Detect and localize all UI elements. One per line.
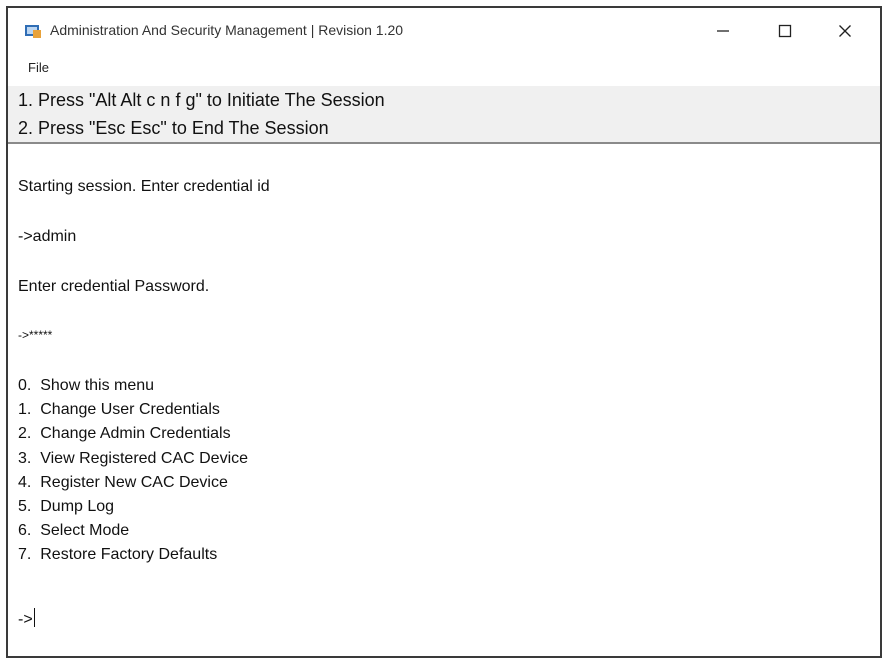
command-prompt-symbol: -> [18, 611, 33, 628]
menu-option: 1. Change User Credentials [18, 401, 220, 419]
window-title: Administration And Security Management |… [50, 22, 404, 38]
maximize-icon [778, 24, 792, 38]
console-output[interactable]: Starting session. Enter credential id ->… [8, 146, 880, 656]
title-bar[interactable]: Administration And Security Management |… [8, 8, 880, 54]
minimize-button[interactable] [697, 8, 749, 54]
menu-bar: File [8, 54, 880, 82]
close-icon [839, 25, 851, 37]
minimize-icon [717, 30, 729, 32]
close-button[interactable] [819, 8, 871, 54]
menu-option: 3. View Registered CAC Device [18, 449, 249, 467]
menu-option: 0. Show this menu [18, 377, 155, 394]
prompt-credential-password: Enter credential Password. [18, 278, 210, 295]
entered-credential-id: ->admin [18, 228, 77, 245]
command-prompt[interactable]: -> [18, 608, 35, 629]
instructions-panel: 1. Press "Alt Alt c n f g" to Initiate T… [8, 86, 880, 144]
prompt-credential-id: Starting session. Enter credential id [18, 178, 270, 195]
menu-option: 6. Select Mode [18, 522, 130, 540]
text-cursor [33, 608, 35, 627]
menu-file[interactable]: File [28, 60, 49, 75]
instruction-end: 2. Press "Esc Esc" to End The Session [18, 118, 329, 138]
maximize-button[interactable] [759, 8, 811, 54]
entered-password-mask: ->***** [18, 328, 53, 342]
menu-option: 7. Restore Factory Defaults [18, 546, 218, 564]
app-window: Administration And Security Management |… [6, 6, 882, 658]
menu-option: 4. Register New CAC Device [18, 473, 228, 491]
app-icon [24, 23, 42, 39]
menu-option: 2. Change Admin Credentials [18, 425, 231, 443]
instruction-initiate: 1. Press "Alt Alt c n f g" to Initiate T… [18, 90, 385, 110]
command-menu: 0. Show this menu 1. Change User Credent… [18, 374, 248, 568]
menu-option: 5. Dump Log [18, 498, 115, 516]
